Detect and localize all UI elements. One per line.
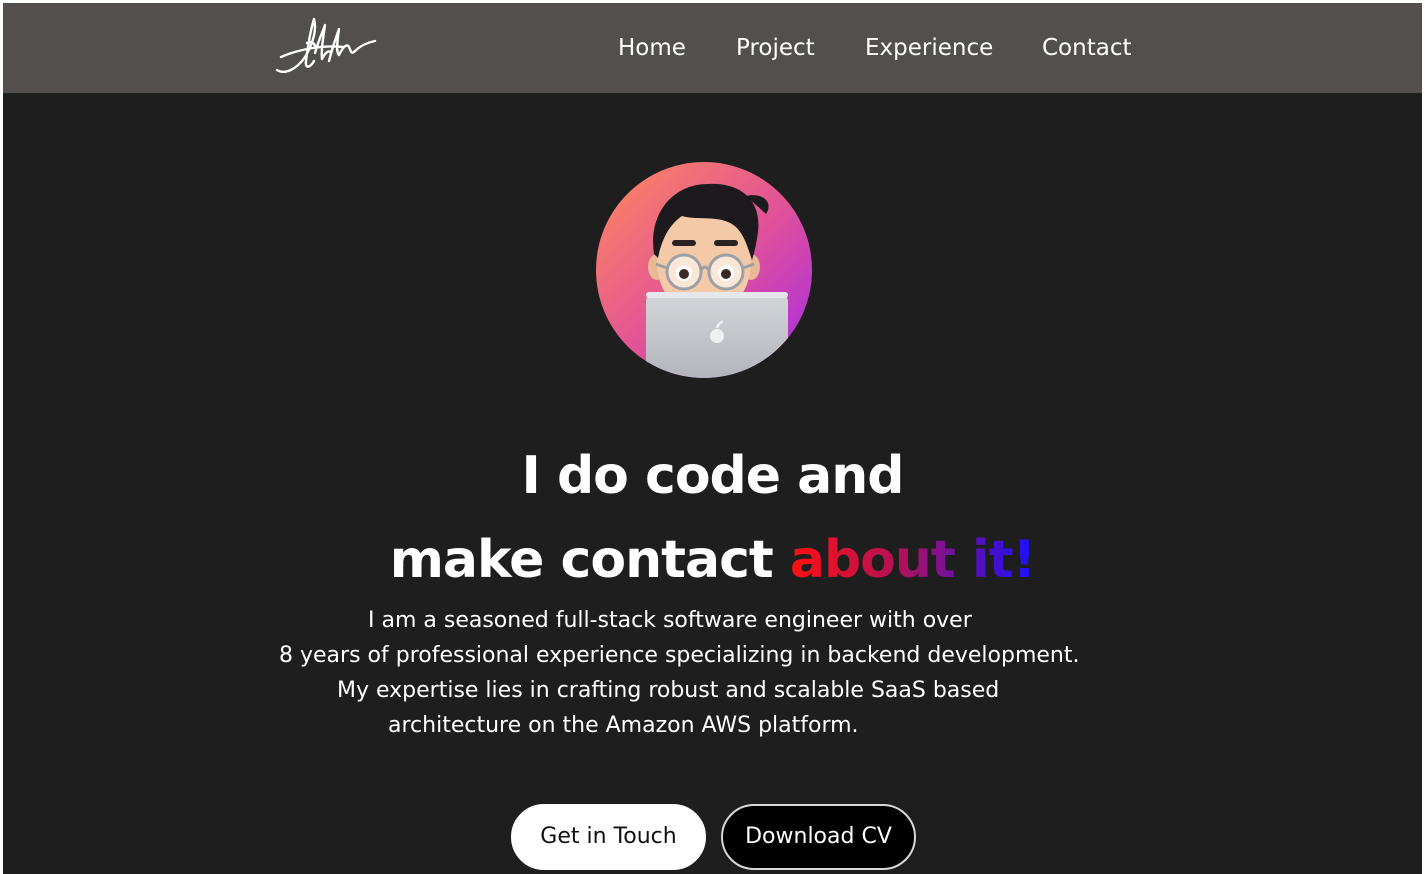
navbar: Home Project Experience Contact [3,3,1422,93]
bio-line-4: architecture on the Amazon AWS platform. [388,713,859,738]
nav-experience-link[interactable]: Experience [865,33,993,63]
get-in-touch-button[interactable]: Get in Touch [511,804,706,870]
hero-headline-line1: I do code and [521,446,905,506]
bio-line-2: 8 years of professional experience speci… [279,643,1080,668]
nav-project-link[interactable]: Project [736,33,815,63]
hero-headline-line2: make contact about it! [3,530,1422,590]
signature-logo-icon[interactable] [271,13,379,77]
nav-contact-link[interactable]: Contact [1042,33,1131,63]
hero-headline-gradient: about it! [789,530,1036,590]
bio-line-1: I am a seasoned full-stack software engi… [368,608,972,633]
page-frame: Home Project Experience Contact I do cod… [3,3,1422,874]
nav-home-link[interactable]: Home [618,33,686,63]
memoji-avatar-icon [596,162,812,378]
hero-headline-plain: make contact [389,530,774,590]
bio-line-3: My expertise lies in crafting robust and… [337,678,1000,703]
avatar [596,162,812,378]
download-cv-button[interactable]: Download CV [721,804,916,870]
